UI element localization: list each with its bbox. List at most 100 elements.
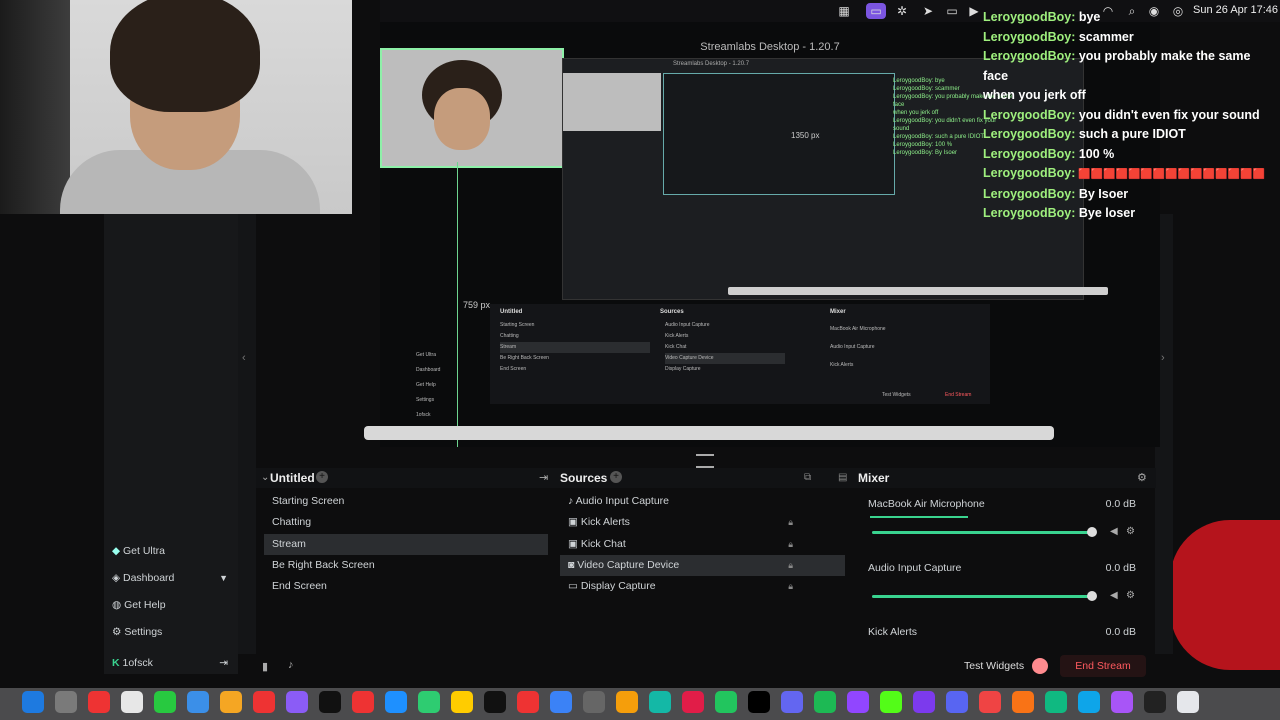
preview-mini-scene: Starting Screen [500, 322, 535, 328]
dock-app-icon[interactable] [847, 691, 869, 713]
dock-app-icon[interactable] [979, 691, 1001, 713]
nav-get-ultra[interactable]: ◆ Get Ultra [112, 540, 234, 562]
dock-app-icon[interactable] [22, 691, 44, 713]
dock-app-icon[interactable] [649, 691, 671, 713]
channel-settings-gear-icon[interactable]: ⚙ [1126, 526, 1135, 537]
source-item[interactable]: ▣ Kick Chat 🔒︎ [560, 534, 845, 555]
lock-icon[interactable]: 🔒︎ [788, 576, 793, 597]
dock-app-icon[interactable] [946, 691, 968, 713]
chevron-right-icon[interactable]: › [1161, 352, 1165, 364]
source-label: Display Capture [580, 580, 656, 592]
dock-app-icon[interactable] [451, 691, 473, 713]
source-item[interactable]: ▭ Display Capture 🔒︎ [560, 576, 845, 597]
dock-app-icon[interactable] [1111, 691, 1133, 713]
chat-text: when you jerk off [983, 88, 1086, 102]
source-label: Kick Alerts [580, 516, 630, 528]
dock-app-icon[interactable] [220, 691, 242, 713]
logout-icon[interactable]: ⇥ [219, 652, 228, 674]
source-item-selected[interactable]: ◙ Video Capture Device 🔒︎ [560, 555, 845, 576]
chat-user: LeroygoodBoy: [983, 166, 1076, 180]
notification-bell-icon[interactable]: ♪ [288, 659, 294, 671]
lock-icon[interactable]: 🔒︎ [788, 534, 793, 555]
dock-app-icon[interactable] [88, 691, 110, 713]
dock-app-icon[interactable] [616, 691, 638, 713]
chat-user: LeroygoodBoy: [983, 107, 1076, 122]
dock-app-icon[interactable] [781, 691, 803, 713]
chat-message: LeroygoodBoy: 🟥🟥🟥🟥🟥🟥🟥🟥🟥🟥🟥🟥🟥🟥🟥 [983, 164, 1278, 185]
collapse-icon[interactable]: ⌄ [261, 472, 269, 483]
dock-app-icon[interactable] [154, 691, 176, 713]
preview-mini-mixer: MacBook Air Microphone Audio Input Captu… [830, 320, 886, 374]
test-widgets-button[interactable]: Test Widgets [964, 660, 1024, 672]
gear-menu-icon[interactable]: ✲ [894, 3, 910, 19]
chevron-down-icon[interactable]: ▼ [219, 567, 228, 589]
dock-app-icon[interactable] [1177, 691, 1199, 713]
performance-icon[interactable]: ▮ [262, 660, 268, 673]
end-stream-button[interactable]: End Stream [1060, 655, 1146, 677]
scene-item[interactable]: End Screen [264, 576, 548, 597]
dock-app-icon[interactable] [484, 691, 506, 713]
dock-app-icon[interactable] [253, 691, 275, 713]
dock-app-icon[interactable] [748, 691, 770, 713]
dock-app-icon[interactable] [682, 691, 704, 713]
nav-dashboard[interactable]: ◈ Dashboard ▼ [112, 567, 234, 589]
dock-app-icon[interactable] [1078, 691, 1100, 713]
nav-get-help[interactable]: ◍ Get Help [112, 594, 234, 616]
mute-icon[interactable]: ◀ [1110, 590, 1118, 601]
channel-settings-gear-icon[interactable]: ⚙ [1126, 590, 1135, 601]
scene-item[interactable]: Be Right Back Screen [264, 555, 548, 576]
dock-app-icon[interactable] [517, 691, 539, 713]
dock-app-icon[interactable] [418, 691, 440, 713]
dock-app-icon[interactable] [187, 691, 209, 713]
lock-icon[interactable]: 🔒︎ [788, 512, 793, 533]
source-properties-icon[interactable]: ▤ [838, 472, 847, 483]
dock-app-icon[interactable] [55, 691, 77, 713]
send-icon[interactable]: ➤ [920, 3, 936, 19]
play-icon[interactable]: ▶ [966, 3, 982, 19]
dock-app-icon[interactable] [121, 691, 143, 713]
scene-item[interactable]: Starting Screen [264, 491, 548, 512]
preview-mini-scenes-title: Untitled [500, 309, 523, 315]
lock-icon[interactable]: 🔒︎ [788, 555, 793, 576]
dock-app-icon[interactable] [814, 691, 836, 713]
scene-item[interactable]: Chatting [264, 512, 548, 533]
nav-account[interactable]: K 1ofsck ⇥ [112, 652, 234, 674]
stream-status-icon[interactable]: ▭ [866, 3, 886, 19]
chat-text: 100 % [1078, 146, 1115, 161]
source-item[interactable]: ♪ Audio Input Capture [560, 491, 845, 512]
scenes-title[interactable]: Untitled [270, 471, 315, 485]
record-icon[interactable] [1032, 658, 1048, 674]
dock-app-icon[interactable] [913, 691, 935, 713]
nav-settings[interactable]: ⚙ Settings [112, 621, 234, 643]
background-red-object-2 [1170, 520, 1280, 670]
source-folder-icon[interactable]: ⧉ [804, 472, 811, 483]
dock-app-icon[interactable] [352, 691, 374, 713]
preview-mini-mixer-channel: Audio Input Capture [830, 344, 875, 350]
dock-app-icon[interactable] [1012, 691, 1034, 713]
volume-slider-handle[interactable] [1087, 591, 1097, 601]
dock-app-icon[interactable] [385, 691, 407, 713]
volume-slider-handle[interactable] [1087, 527, 1097, 537]
dock-app-icon[interactable] [715, 691, 737, 713]
volume-slider-fill [872, 595, 1094, 598]
resize-handle-icon[interactable] [696, 454, 714, 468]
add-source-icon[interactable]: + [610, 471, 622, 483]
dock-app-icon[interactable] [1045, 691, 1067, 713]
mixer-settings-gear-icon[interactable]: ⚙ [1137, 471, 1147, 484]
dock-app-icon[interactable] [550, 691, 572, 713]
preview-webcam-source[interactable] [380, 48, 564, 168]
add-scene-icon[interactable]: + [316, 471, 328, 483]
dock-app-icon[interactable] [583, 691, 605, 713]
chat-message: LeroygoodBoy: such a pure IDIOT [983, 125, 1278, 145]
dock-app-icon[interactable] [1144, 691, 1166, 713]
source-item[interactable]: ▣ Kick Alerts 🔒︎ [560, 512, 845, 533]
dock-app-icon[interactable] [286, 691, 308, 713]
dock-app-icon[interactable] [880, 691, 902, 713]
grid-icon[interactable]: ▦ [836, 3, 852, 19]
chevron-left-icon[interactable]: ‹ [242, 352, 246, 364]
scene-transition-icon[interactable]: ⇥ [539, 471, 548, 484]
scene-item-selected[interactable]: Stream [264, 534, 548, 555]
mute-icon[interactable]: ◀ [1110, 526, 1118, 537]
screen-icon[interactable]: ▭ [944, 3, 960, 19]
dock-app-icon[interactable] [319, 691, 341, 713]
